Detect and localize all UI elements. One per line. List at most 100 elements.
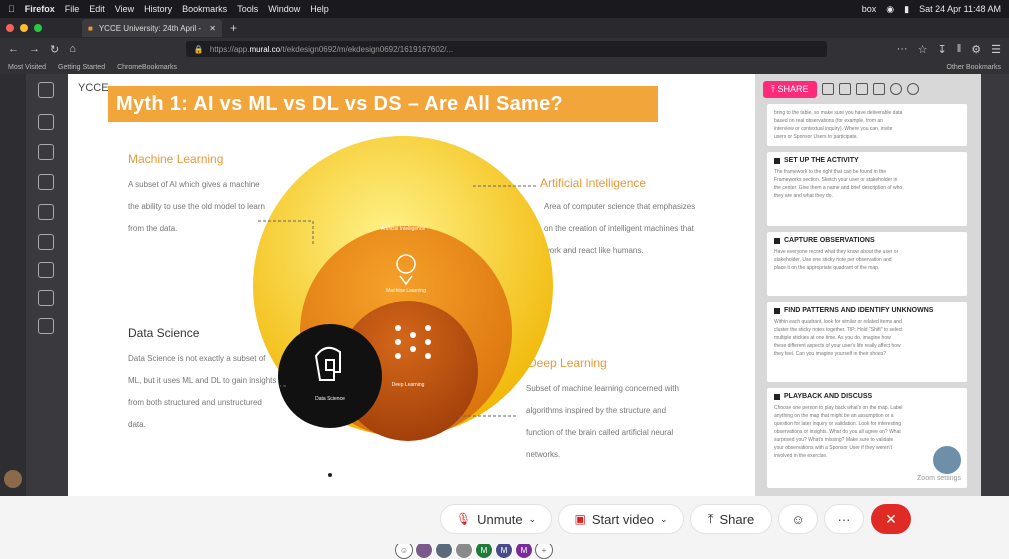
url-prefix: https://app. (209, 44, 250, 54)
browser-tabbar: ■ YCCE University: 24th April - ✕ + (0, 18, 1009, 38)
card-body: The framework to the right that can be f… (774, 169, 903, 199)
mural-canvas[interactable]: YCCE Myth 1: AI vs ML vs DL vs DS – Are … (68, 74, 755, 496)
circle-label-ai: Artificial Intelligence (381, 226, 425, 232)
star-icon[interactable] (38, 174, 54, 190)
more-icon: ··· (837, 511, 851, 527)
frameworks-icon[interactable] (38, 204, 54, 220)
menu-history[interactable]: History (144, 4, 172, 14)
help-icon[interactable] (906, 83, 919, 95)
home-icon[interactable]: ⌂ (69, 43, 76, 55)
venn-diagram: Artificial Intelligence Machine Learning… (253, 136, 553, 441)
wifi-icon[interactable]: ◉ (886, 4, 894, 15)
menu-icon[interactable]: ☰ (991, 43, 1001, 56)
window-close-icon[interactable] (6, 24, 14, 32)
sticky-note-icon[interactable] (38, 114, 54, 130)
pen-icon[interactable] (38, 318, 54, 334)
leave-meeting-button[interactable]: ✕ (871, 504, 911, 534)
comments-icon[interactable] (855, 83, 868, 95)
downloads-icon[interactable]: ↧ (937, 43, 946, 56)
chevron-down-icon[interactable]: ⌄ (529, 514, 537, 525)
box-status-icon[interactable]: box (862, 4, 877, 14)
shared-slide: Myth 1: AI vs ML vs DL vs DS – Are All S… (108, 86, 720, 471)
library-icon[interactable] (38, 262, 54, 278)
lock-icon: 🔒 (193, 44, 204, 54)
forward-icon[interactable]: → (29, 43, 40, 55)
clock[interactable]: Sat 24 Apr 11:48 AM (919, 4, 1001, 14)
outline-card-patterns[interactable]: FIND PATTERNS AND IDENTIFY UNKNOWNS With… (767, 302, 967, 382)
apple-icon[interactable]:  (8, 4, 15, 14)
share-label: SHARE (777, 83, 809, 94)
share-screen-label: Share (719, 511, 755, 527)
bookmark-most-visited[interactable]: Most Visited (8, 64, 46, 71)
bookmark-getting-started[interactable]: Getting Started (58, 64, 105, 71)
page-actions-icon[interactable]: ··· (897, 43, 908, 55)
extensions-icon[interactable]: ⚙ (971, 43, 981, 56)
menu-help[interactable]: Help (310, 4, 329, 14)
card-heading: SET UP THE ACTIVITY (774, 157, 960, 164)
menu-file[interactable]: File (65, 4, 80, 14)
mural-topbar: ⤒ SHARE (755, 78, 981, 100)
user-avatar[interactable] (4, 470, 22, 488)
speaker-thumbnail-icon[interactable] (931, 444, 963, 476)
activity-icon[interactable] (838, 83, 851, 95)
chevron-down-icon[interactable]: ⌄ (660, 514, 668, 525)
zoom-controls: 🎙 Unmute ⌄ ▣ Start video ⌄ ⤒ Share ☺ ···… (0, 496, 1009, 544)
card-heading-text: FIND PATTERNS AND IDENTIFY UNKNOWNS (784, 307, 934, 314)
image-icon[interactable] (38, 234, 54, 250)
browser-tab[interactable]: ■ YCCE University: 24th April - ✕ (82, 19, 222, 37)
menu-window[interactable]: Window (268, 4, 300, 14)
tab-close-icon[interactable]: ✕ (209, 24, 216, 33)
outline-panel: ⤒ SHARE bring to the table, so make sure… (755, 74, 981, 496)
menu-tools[interactable]: Tools (237, 4, 258, 14)
ds-circle (278, 324, 382, 428)
canvas-dot (328, 473, 332, 477)
mural-title[interactable]: YCCE (78, 82, 109, 94)
start-video-button[interactable]: ▣ Start video ⌄ (558, 504, 684, 534)
macos-menubar:  Firefox File Edit View History Bookmar… (0, 0, 1009, 18)
menu-view[interactable]: View (115, 4, 134, 14)
mural-toolbar (26, 74, 68, 496)
share-button[interactable]: ⤒ SHARE (763, 80, 817, 98)
export-icon[interactable] (821, 83, 834, 95)
battery-icon[interactable]: ▮ (904, 4, 909, 15)
card-body: Have everyone record what they know abou… (774, 249, 899, 271)
circle-label-dl: Deep Learning (392, 382, 425, 388)
unmute-button[interactable]: 🎙 Unmute ⌄ (440, 504, 552, 534)
search-icon[interactable] (889, 83, 902, 95)
card-body: Choose one person to play back what's on… (774, 405, 903, 459)
new-tab-icon[interactable]: + (230, 21, 237, 35)
comment-icon[interactable] (38, 144, 54, 160)
card-heading: FIND PATTERNS AND IDENTIFY UNKNOWNS (774, 307, 960, 314)
upload-icon[interactable] (38, 290, 54, 306)
circle-label-ml: Machine Learning (386, 288, 426, 294)
outline-card-capture[interactable]: CAPTURE OBSERVATIONS Have everyone recor… (767, 232, 967, 296)
bookmark-chrome[interactable]: ChromeBookmarks (117, 64, 177, 71)
outline-icon[interactable] (872, 83, 885, 95)
card-heading: CAPTURE OBSERVATIONS (774, 237, 960, 244)
bookmarks-bar: Most Visited Getting Started ChromeBookm… (0, 60, 1009, 74)
window-minimize-icon[interactable] (20, 24, 28, 32)
zoom-settings-button[interactable]: Zoom settings (917, 475, 961, 482)
reload-icon[interactable]: ↻ (50, 43, 59, 56)
outline-card-intro[interactable]: bring to the table, so make sure you hav… (767, 104, 967, 146)
right-edge (981, 74, 1009, 496)
muted-mic-icon: 🎙 (455, 512, 472, 526)
menu-edit[interactable]: Edit (89, 4, 105, 14)
card-heading-text: PLAYBACK AND DISCUSS (784, 393, 873, 400)
close-icon: ✕ (885, 510, 897, 527)
circle-label-ds: Data Science (315, 396, 345, 402)
menu-bookmarks[interactable]: Bookmarks (182, 4, 227, 14)
menu-app[interactable]: Firefox (25, 4, 55, 14)
url-bar[interactable]: 🔒 https://app. mural.co/t/ekdesign0692/m/… (185, 41, 827, 57)
expand-icon[interactable] (38, 82, 54, 98)
share-screen-button[interactable]: ⤒ Share (690, 504, 772, 534)
bookmark-other[interactable]: Other Bookmarks (947, 64, 1001, 71)
library-icon[interactable]: ‖ (957, 43, 962, 55)
outline-card-setup[interactable]: SET UP THE ACTIVITY The framework to the… (767, 152, 967, 226)
reactions-button[interactable]: ☺ (778, 504, 818, 534)
card-heading: PLAYBACK AND DISCUSS (774, 393, 960, 400)
window-zoom-icon[interactable] (34, 24, 42, 32)
bookmark-star-icon[interactable]: ☆ (918, 43, 928, 56)
more-button[interactable]: ··· (824, 504, 864, 534)
back-icon[interactable]: ← (8, 43, 19, 55)
